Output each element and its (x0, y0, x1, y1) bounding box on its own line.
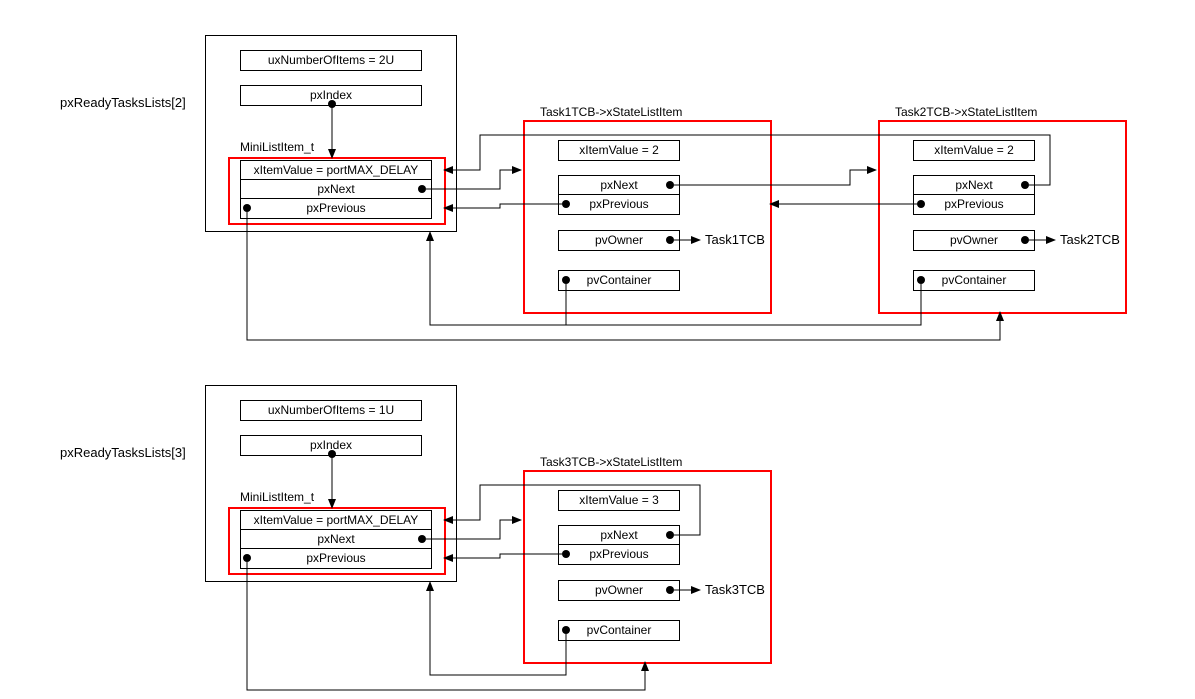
task3-pxnext: pxNext (558, 525, 680, 546)
dot (917, 200, 925, 208)
dot (328, 450, 336, 458)
task2-pxnext: pxNext (913, 175, 1035, 196)
task3-pxprev: pxPrevious (558, 544, 680, 565)
dot (243, 554, 251, 562)
task3-pvcontainer: pvContainer (558, 620, 680, 641)
list3-title: pxReadyTasksLists[3] (60, 445, 186, 460)
dot (1021, 236, 1029, 244)
list2-xitemvalue: xItemValue = portMAX_DELAY (240, 160, 432, 181)
task1-owner-target: Task1TCB (705, 232, 765, 247)
task1-pxprev: pxPrevious (558, 194, 680, 215)
dot (562, 276, 570, 284)
list3-mini-label: MiniListItem_t (240, 490, 314, 504)
list2-mini-label: MiniListItem_t (240, 140, 314, 154)
list2-uxnum: uxNumberOfItems = 2U (240, 50, 422, 71)
task3-title: Task3TCB->xStateListItem (540, 455, 682, 469)
task2-owner-target: Task2TCB (1060, 232, 1120, 247)
list3-uxnum: uxNumberOfItems = 1U (240, 400, 422, 421)
list2-pxnext: pxNext (240, 179, 432, 200)
dot (243, 204, 251, 212)
task2-xitemvalue: xItemValue = 2 (913, 140, 1035, 161)
list3-pxprev: pxPrevious (240, 548, 432, 569)
list2-pxprev: pxPrevious (240, 198, 432, 219)
dot (328, 100, 336, 108)
dot (666, 236, 674, 244)
dot (666, 531, 674, 539)
task3-xitemvalue: xItemValue = 3 (558, 490, 680, 511)
task3-pvowner: pvOwner (558, 580, 680, 601)
task1-pvcontainer: pvContainer (558, 270, 680, 291)
dot (562, 626, 570, 634)
task1-xitemvalue: xItemValue = 2 (558, 140, 680, 161)
list3-xitemvalue: xItemValue = portMAX_DELAY (240, 510, 432, 531)
task2-title: Task2TCB->xStateListItem (895, 105, 1037, 119)
dot (1021, 181, 1029, 189)
task3-owner-target: Task3TCB (705, 582, 765, 597)
dot (418, 535, 426, 543)
task2-pvowner: pvOwner (913, 230, 1035, 251)
task2-pxprev: pxPrevious (913, 194, 1035, 215)
task1-pxnext: pxNext (558, 175, 680, 196)
dot (418, 185, 426, 193)
list3-pxnext: pxNext (240, 529, 432, 550)
dot (562, 550, 570, 558)
task1-pvowner: pvOwner (558, 230, 680, 251)
dot (666, 181, 674, 189)
task1-title: Task1TCB->xStateListItem (540, 105, 682, 119)
task2-pvcontainer: pvContainer (913, 270, 1035, 291)
dot (666, 586, 674, 594)
dot (562, 200, 570, 208)
dot (917, 276, 925, 284)
list2-title: pxReadyTasksLists[2] (60, 95, 186, 110)
